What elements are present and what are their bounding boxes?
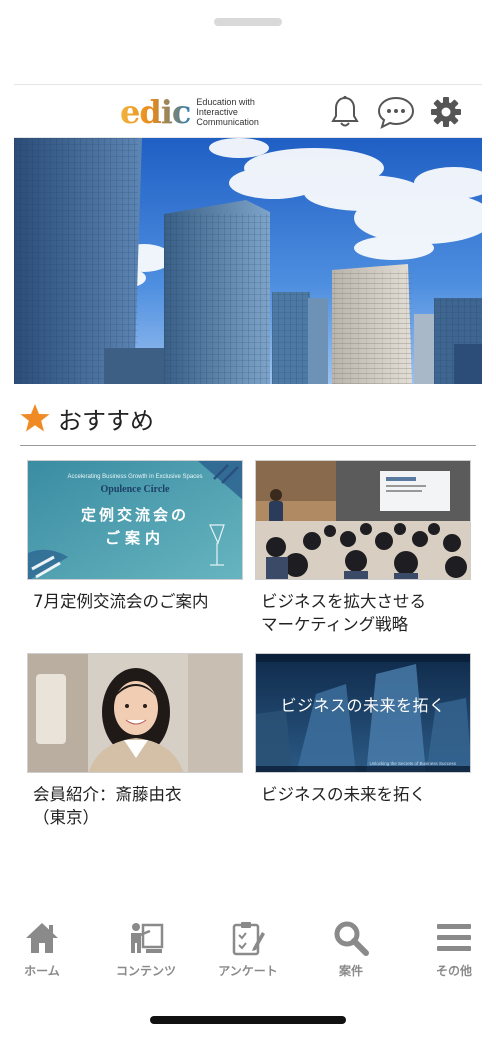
home-indicator (150, 1016, 346, 1024)
thumb-title-line-2: ご案内 (104, 529, 165, 547)
top-grabber (214, 18, 282, 26)
tab-contents[interactable]: コンテンツ (101, 918, 191, 988)
tab-home[interactable]: ホーム (0, 918, 87, 988)
tab-more[interactable]: その他 (409, 918, 496, 988)
recommended-section-header: おすすめ (20, 402, 154, 435)
settings-button[interactable] (426, 92, 466, 132)
tab-survey[interactable]: アンケート (203, 918, 293, 988)
thumb-subtitle: Accelerating Business Growth in Exclusiv… (67, 474, 203, 480)
hero-banner-image[interactable] (14, 138, 482, 384)
logo-wordmark: edic (120, 93, 191, 131)
tab-label: 案件 (338, 964, 363, 978)
menu-icon (437, 924, 471, 951)
content-card-future-of-business[interactable]: ビジネスの未来を拓く Unlocking the Secrets of Busi… (255, 653, 471, 806)
thumb-title-line-1: 定例交流会の (80, 506, 189, 524)
presenter-icon (131, 923, 164, 953)
section-title: おすすめ (58, 406, 154, 435)
card-thumbnail: ビジネスの未来を拓く Unlocking the Secrets of Busi… (255, 653, 471, 773)
thumb-footer: Unlocking the Secrets of Business Succes… (369, 761, 456, 766)
logo-tagline-line-2: Interactive (196, 107, 238, 117)
card-caption: 7月定例交流会のご案内 (33, 592, 209, 611)
chat-bubble-icon (377, 96, 415, 129)
bottom-tab-bar: ホーム コンテンツ アンケート 案件 その他 (0, 918, 496, 988)
member-portrait-image (28, 654, 242, 772)
edic-logo[interactable]: edic Education with Interactive Communic… (120, 91, 259, 133)
card-caption: ビジネスを拡大させる マーケティング戦略 (261, 592, 426, 634)
thumb-brand: Opulence Circle (100, 484, 170, 495)
logo-tagline: Education with Interactive Communication (196, 97, 259, 127)
card-caption: ビジネスの未来を拓く (261, 785, 426, 804)
app-header: edic Education with Interactive Communic… (14, 84, 482, 138)
app-frame: edic Education with Interactive Communic… (14, 84, 482, 920)
card-thumbnail: Accelerating Business Growth in Exclusiv… (27, 460, 243, 580)
thumb-title: ビジネスの未来を拓く (280, 696, 446, 715)
tab-label: その他 (435, 964, 472, 978)
notifications-button[interactable] (325, 92, 365, 132)
search-icon (334, 921, 369, 956)
logo-tagline-line-3: Communication (196, 117, 259, 127)
content-card-marketing-strategy[interactable]: ビジネスを拡大させる マーケティング戦略 (255, 460, 471, 636)
tab-label: ホーム (24, 964, 60, 978)
clipboard-icon (232, 922, 265, 956)
tab-label: アンケート (218, 964, 278, 978)
card-thumbnail (255, 460, 471, 580)
tab-label: コンテンツ (115, 964, 176, 978)
section-divider (20, 445, 476, 446)
skyscrapers-illustration (14, 138, 482, 384)
seminar-audience-image (256, 461, 470, 579)
messages-button[interactable] (376, 92, 416, 132)
card-thumbnail (27, 653, 243, 773)
content-card-member-profile[interactable]: 会員紹介：斎藤由衣 （東京） (27, 653, 243, 829)
tab-projects[interactable]: 案件 (306, 918, 396, 988)
content-card-monthly-meetup[interactable]: Accelerating Business Growth in Exclusiv… (27, 460, 243, 613)
bell-icon (331, 95, 359, 127)
star-icon (20, 404, 50, 432)
home-icon (26, 923, 58, 953)
logo-tagline-line-1: Education with (196, 97, 255, 107)
card-caption: 会員紹介：斎藤由衣 （東京） (33, 785, 182, 827)
gear-icon (431, 97, 461, 127)
